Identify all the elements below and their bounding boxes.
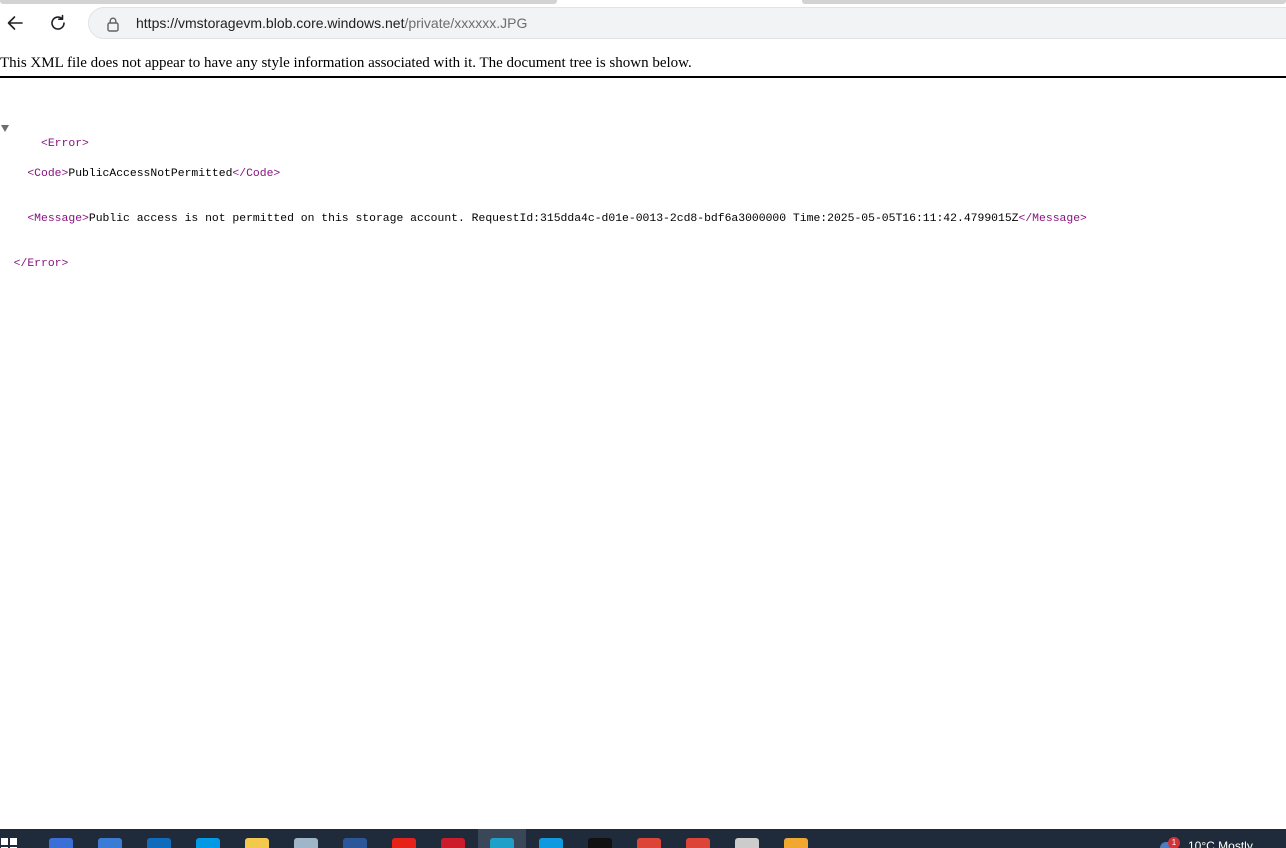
chrome-profile-icon[interactable] <box>686 838 710 848</box>
skype-icon[interactable] <box>196 838 220 848</box>
youtube-icon[interactable] <box>392 838 416 848</box>
xml-style-notice-text: This XML file does not appear to have an… <box>0 55 692 71</box>
xml-tag-code-open: <Code> <box>27 168 69 180</box>
xml-message-value: Public access is not permitted on this s… <box>88 213 1019 225</box>
settings-icon[interactable] <box>735 838 759 848</box>
pencil-icon[interactable] <box>784 838 808 848</box>
xml-document-tree: <Error> <Code>PublicAccessNotPermitted</… <box>0 92 1087 287</box>
notepad-icon[interactable] <box>294 838 318 848</box>
notification-badge: 1 <box>1168 837 1180 848</box>
url-text[interactable]: https://vmstoragevm.blob.core.windows.ne… <box>136 15 527 31</box>
xml-message-line: <Message>Public access is not permitted … <box>0 212 1087 227</box>
arrow-left-icon <box>7 16 23 30</box>
address-bar[interactable]: https://vmstoragevm.blob.core.windows.ne… <box>88 7 1286 39</box>
xml-code-value: PublicAccessNotPermitted <box>68 168 233 180</box>
taskbar: 1 10°C Mostly <box>0 829 1286 848</box>
file-explorer-icon[interactable] <box>245 838 269 848</box>
url-path: /private/xxxxxx.JPG <box>404 15 528 31</box>
word-icon[interactable] <box>343 838 367 848</box>
calendar-icon[interactable] <box>98 838 122 848</box>
copilot-icon[interactable] <box>49 838 73 848</box>
xml-tag-error-close: </Error> <box>13 258 69 270</box>
reload-button[interactable] <box>43 8 73 38</box>
collapse-arrow-icon[interactable] <box>1 125 9 132</box>
back-button[interactable] <box>0 8 30 38</box>
xml-tag-error-open: <Error> <box>41 138 89 150</box>
xml-code-line: <Code>PublicAccessNotPermitted</Code> <box>0 167 1087 182</box>
browser-toolbar: https://vmstoragevm.blob.core.windows.ne… <box>0 5 1286 43</box>
chrome-icon[interactable] <box>637 838 661 848</box>
start-icon[interactable] <box>1 838 17 848</box>
refresh-icon <box>51 14 65 30</box>
xml-tag-message-close: </Message> <box>1018 213 1087 225</box>
inactive-tab-edge[interactable] <box>802 0 1286 4</box>
active-tab-edge[interactable] <box>0 0 557 4</box>
outlook-icon[interactable] <box>147 838 171 848</box>
store-icon[interactable] <box>539 838 563 848</box>
xml-tag-message-open: <Message> <box>27 213 89 225</box>
xml-error-close-line: </Error> <box>0 257 1087 272</box>
edge-icon[interactable] <box>490 838 514 848</box>
weather-text[interactable]: 10°C Mostly <box>1188 839 1253 848</box>
lock-icon[interactable] <box>105 16 121 32</box>
opera-icon[interactable] <box>441 838 465 848</box>
xml-error-open-line: <Error> <box>0 122 1087 150</box>
url-host: https://vmstoragevm.blob.core.windows.ne… <box>136 15 405 31</box>
xml-tag-code-close: </Code> <box>232 168 281 180</box>
xml-style-notice: This XML file does not appear to have an… <box>0 52 1286 78</box>
terminal-icon[interactable] <box>588 838 612 848</box>
